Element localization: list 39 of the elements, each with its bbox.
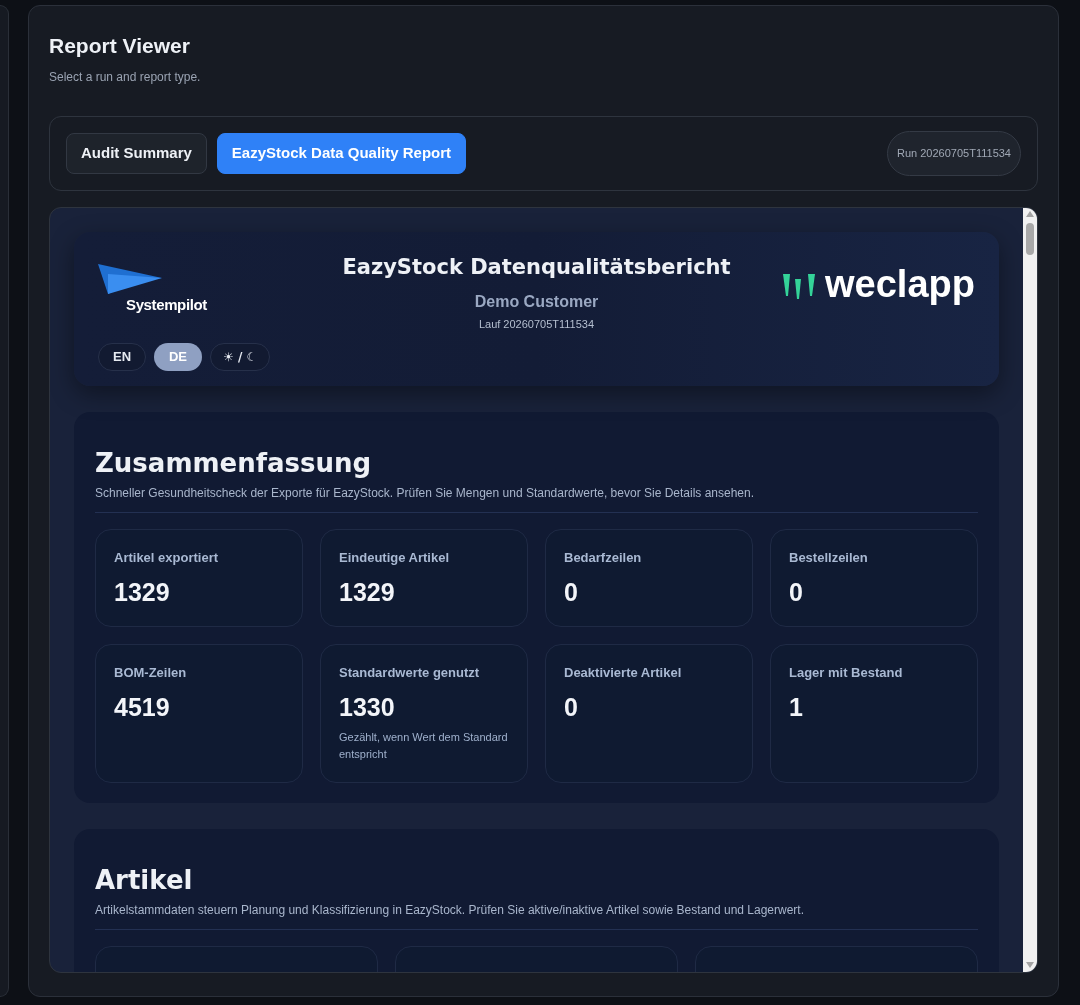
paper-plane-logo-icon <box>98 264 162 296</box>
stat-value: 1330 <box>339 691 396 723</box>
scroll-down-icon[interactable] <box>1026 962 1034 968</box>
section-title: Zusammenfassung <box>95 447 373 480</box>
stat-value: 1 <box>789 691 804 723</box>
page-title: Report Viewer <box>49 33 190 59</box>
scrollbar-thumb[interactable] <box>1026 223 1034 255</box>
stat-value: 1329 <box>339 576 396 608</box>
stat-value: 0 <box>789 576 804 608</box>
run-label: Lauf 20260705T111534 <box>478 316 595 332</box>
section-description: Artikelstammdaten steuern Planung und Klassifizierung in EazyStock. Prüfen Sie aktive/inaktive Artikel sowie Bestand und Lagerwert. <box>95 901 978 930</box>
stat-label: Standardwerte genutzt <box>339 664 481 682</box>
stat-value: 0 <box>564 691 579 723</box>
section-description: Schneller Gesundheitscheck der Exporte für EazyStock. Prüfen Sie Mengen und Standardwerte, bevor Sie Details ansehen. <box>95 484 978 513</box>
report-title: EazyStock Datenqualitätsbericht <box>342 254 731 281</box>
stat-value: 0 <box>564 576 579 608</box>
stat-label: Eindeutige Artikel <box>339 549 451 567</box>
report-tab[interactable]: EazyStock Data Quality Report <box>216 133 467 174</box>
stat-label: Lager mit Bestand <box>789 664 904 682</box>
brand-name: Systempilot <box>126 295 207 315</box>
stat-value: 1329 <box>114 576 171 608</box>
stat-label: Bedarfzeilen <box>564 549 643 567</box>
stat-label: BOM-Zeilen <box>114 664 188 682</box>
stat-label: Deaktivierte Artikel <box>564 664 683 682</box>
customer-name: Demo Customer <box>474 291 599 312</box>
weclapp-logo-icon <box>781 271 818 301</box>
scrollbar[interactable] <box>1023 208 1037 972</box>
brand-name: weclapp <box>825 264 975 304</box>
language-toggle[interactable]: EN <box>98 343 146 371</box>
theme-toggle[interactable]: ☀ / ☾ <box>210 343 271 371</box>
run-badge: Run 20260705T111534 <box>887 131 1021 176</box>
stat-label: Bestellzeilen <box>789 549 869 567</box>
stat-note: Gezählt, wenn Wert dem Standard entspricht <box>339 729 509 762</box>
page-subtitle: Select a run and report type. <box>49 69 201 86</box>
section-title: Artikel <box>95 864 194 897</box>
stat-label: Artikel exportiert <box>114 549 220 567</box>
report-tab[interactable]: Audit Summary <box>66 133 207 174</box>
scroll-up-icon[interactable] <box>1026 211 1034 217</box>
stat-value: 4519 <box>114 691 171 723</box>
